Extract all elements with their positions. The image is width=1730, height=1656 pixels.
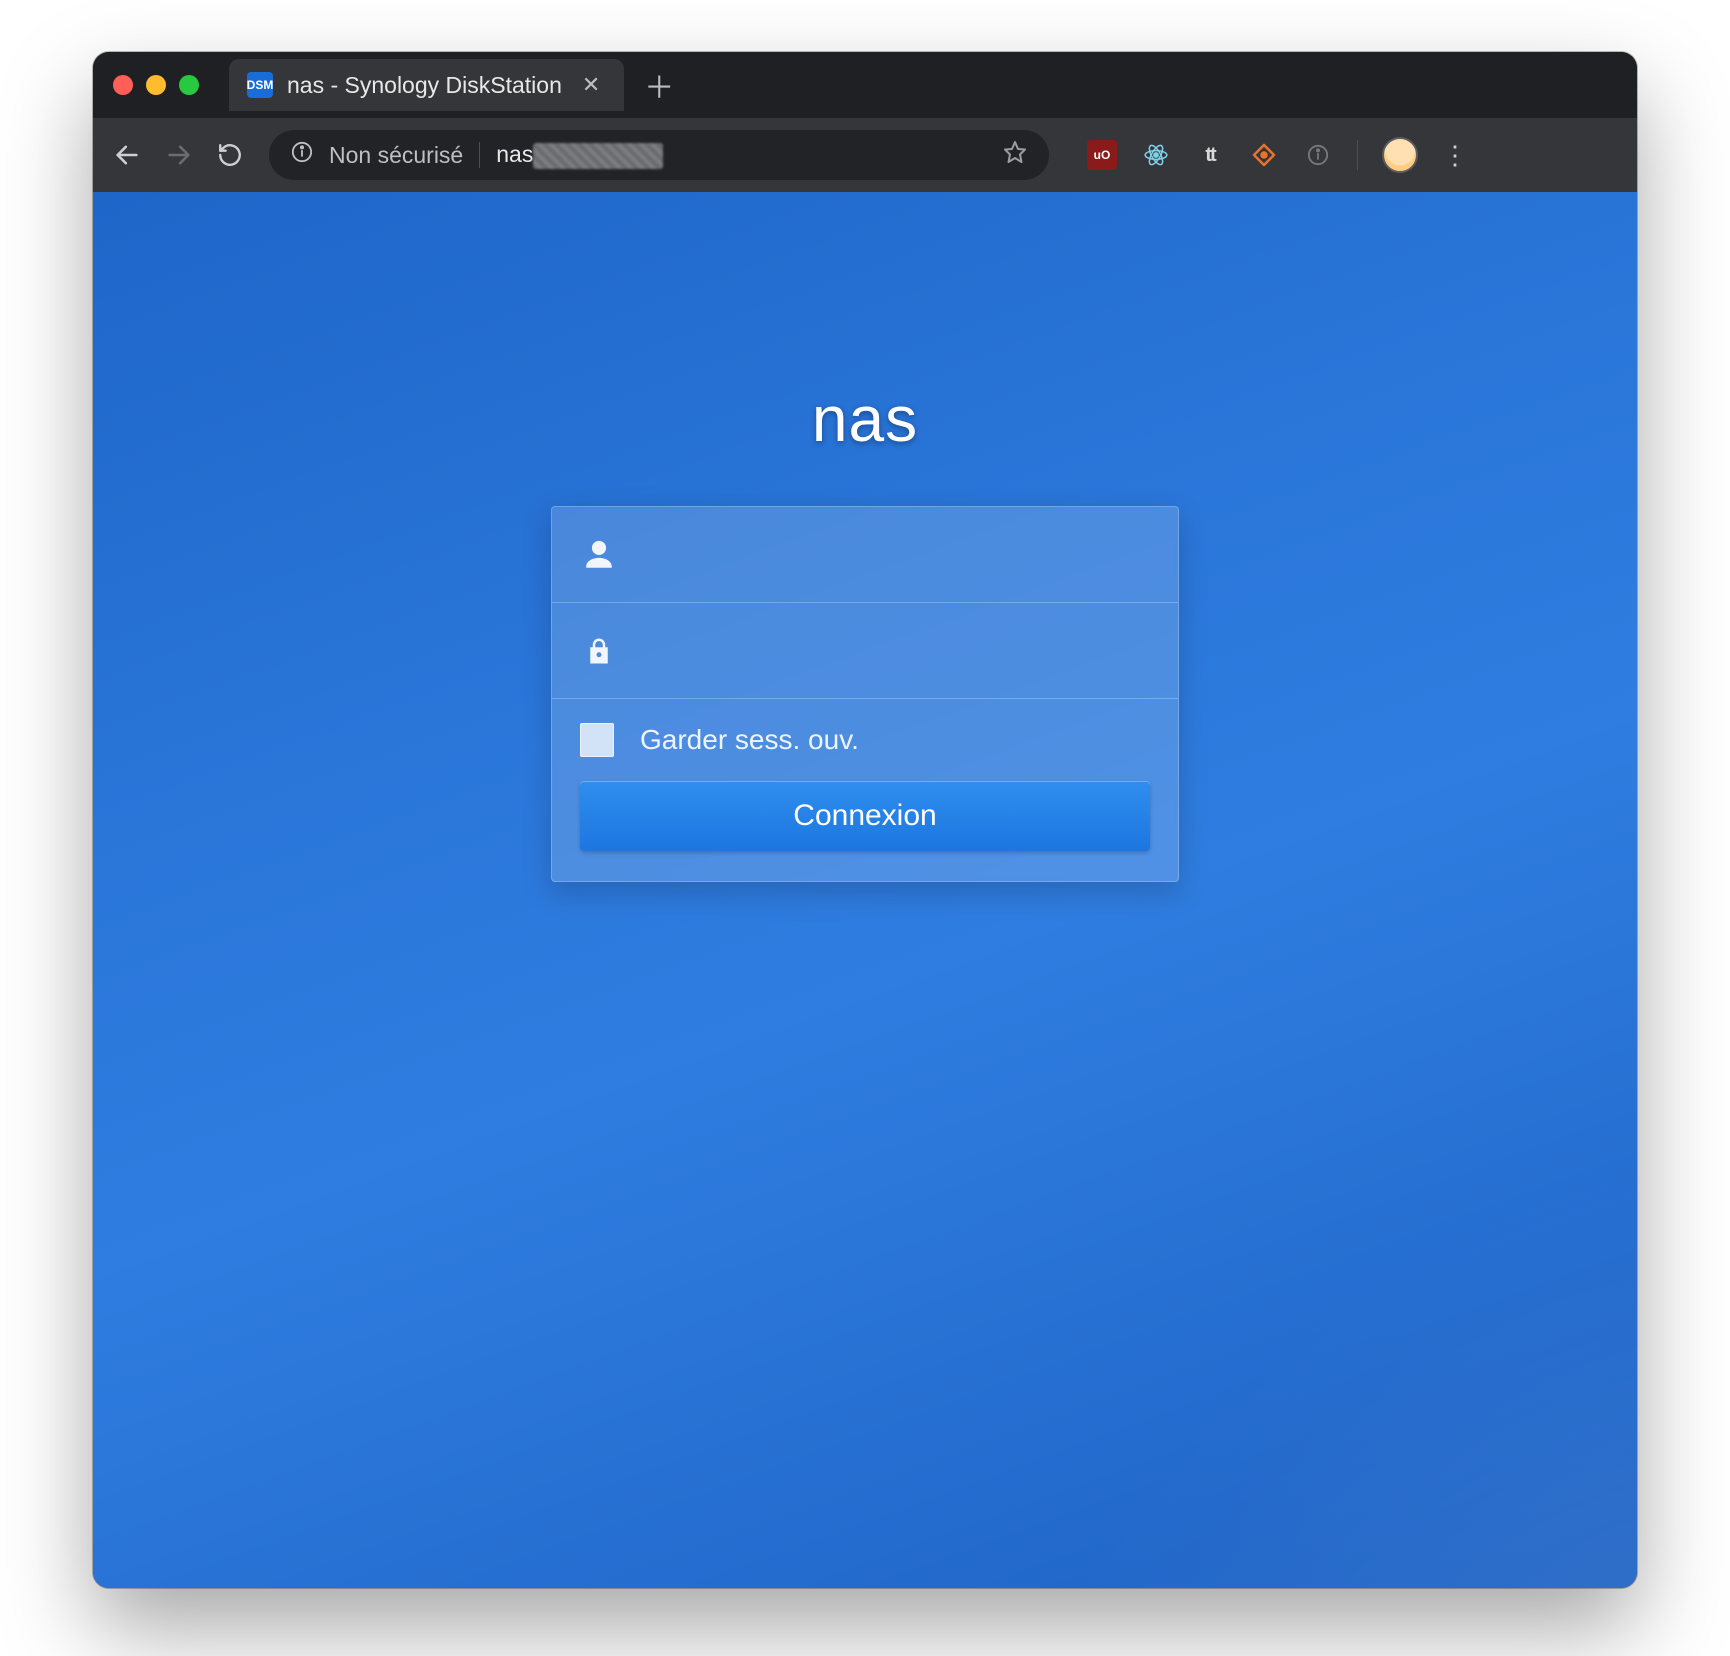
- submit-row: Connexion: [552, 767, 1178, 881]
- react-devtools-extension-icon[interactable]: [1141, 140, 1171, 170]
- diamond-extension-icon[interactable]: [1249, 140, 1279, 170]
- info-extension-icon[interactable]: [1303, 140, 1333, 170]
- browser-tab[interactable]: DSM nas - Synology DiskStation ✕: [229, 59, 624, 111]
- profile-avatar[interactable]: [1382, 137, 1418, 173]
- page-content: nas Garder sess. ouv.: [93, 192, 1637, 1588]
- window-zoom-button[interactable]: [179, 75, 199, 95]
- username-row: [552, 507, 1178, 603]
- remember-label: Garder sess. ouv.: [640, 724, 859, 756]
- window-close-button[interactable]: [113, 75, 133, 95]
- extension-icons: uO tt ⋮: [1087, 137, 1468, 173]
- login-button[interactable]: Connexion: [580, 781, 1150, 851]
- tab-strip: DSM nas - Synology DiskStation ✕ ＋: [93, 52, 1637, 118]
- site-info-icon[interactable]: [291, 141, 313, 169]
- username-input[interactable]: [644, 539, 1150, 570]
- tt-extension-icon[interactable]: tt: [1195, 140, 1225, 170]
- remember-checkbox[interactable]: [580, 723, 614, 757]
- login-panel: Garder sess. ouv. Connexion: [551, 506, 1179, 882]
- browser-window: DSM nas - Synology DiskStation ✕ ＋ Non s…: [93, 52, 1637, 1588]
- url-host: nas: [496, 141, 533, 167]
- remember-row: Garder sess. ouv.: [552, 699, 1178, 767]
- browser-menu-button[interactable]: ⋮: [1442, 140, 1468, 171]
- url-obscured: [533, 143, 663, 169]
- address-bar[interactable]: Non sécurisé nas: [269, 130, 1049, 180]
- omnibox-separator: [479, 142, 480, 168]
- password-row: [552, 603, 1178, 699]
- security-status-label: Non sécurisé: [329, 142, 463, 169]
- login-host-title: nas: [812, 382, 918, 456]
- nav-back-button[interactable]: [113, 141, 147, 169]
- tab-favicon: DSM: [247, 72, 273, 98]
- toolbar-separator: [1357, 140, 1358, 170]
- new-tab-button[interactable]: ＋: [644, 63, 674, 107]
- ublock-extension-icon[interactable]: uO: [1087, 140, 1117, 170]
- tab-title: nas - Synology DiskStation: [287, 72, 562, 99]
- nav-forward-button[interactable]: [165, 141, 199, 169]
- window-minimize-button[interactable]: [146, 75, 166, 95]
- tab-close-button[interactable]: ✕: [576, 72, 606, 98]
- lock-icon: [580, 636, 618, 666]
- user-icon: [580, 538, 618, 572]
- window-controls: [113, 75, 199, 95]
- password-input[interactable]: [644, 635, 1150, 666]
- nav-reload-button[interactable]: [217, 142, 251, 168]
- browser-toolbar: Non sécurisé nas uO tt: [93, 118, 1637, 192]
- bookmark-star-icon[interactable]: [1003, 140, 1027, 170]
